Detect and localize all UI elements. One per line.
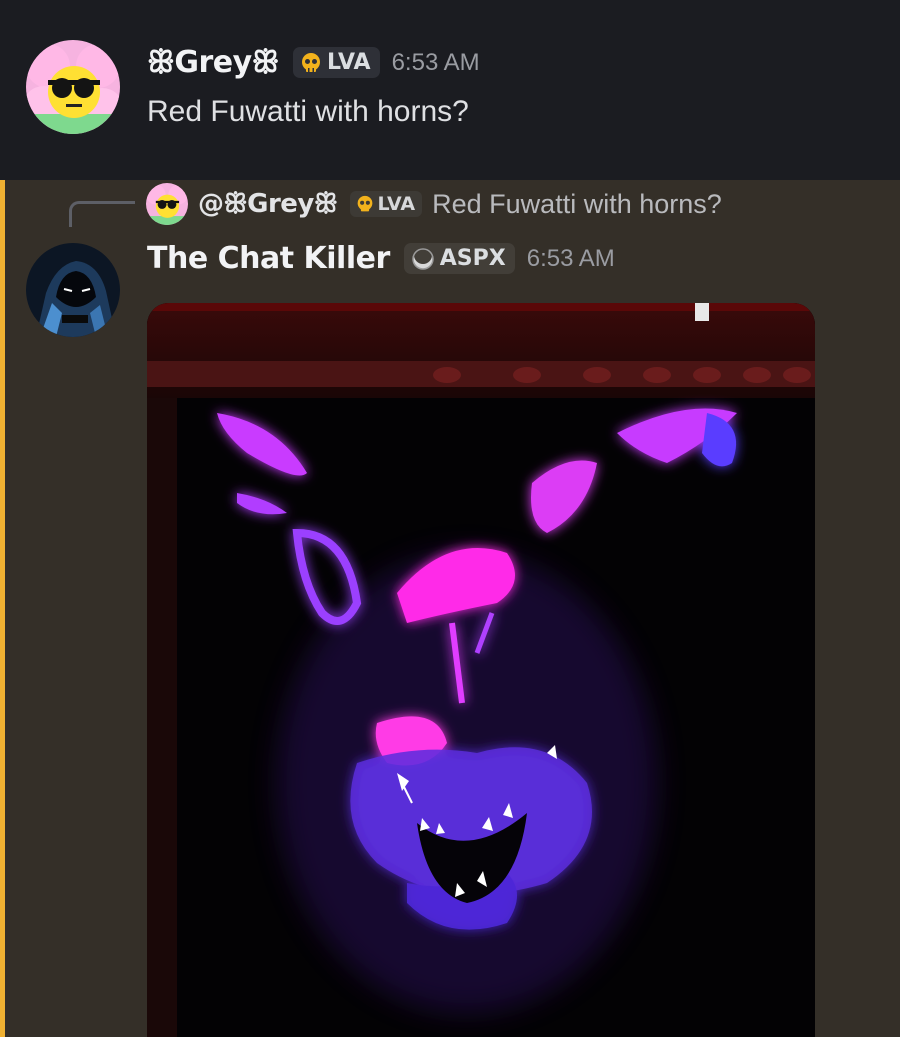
crescent-moon-icon bbox=[412, 246, 434, 270]
author-name[interactable]: The Chat Killer bbox=[147, 241, 390, 276]
timestamp[interactable]: 6:53 AM bbox=[527, 245, 615, 273]
reply-content[interactable]: Red Fuwatti with horns? bbox=[432, 189, 722, 220]
reply-mention[interactable]: @ꕥGreyꕥ bbox=[198, 189, 338, 220]
timestamp[interactable]: 6:53 AM bbox=[392, 49, 480, 77]
reply-server-tag-label: LVA bbox=[377, 193, 416, 215]
reply-reference[interactable]: @ꕥGreyꕥ LVA Red Fuwatti with horns? bbox=[146, 182, 722, 226]
flower-sunglasses-avatar bbox=[26, 40, 120, 134]
message-content: Red Fuwatti with horns? bbox=[147, 95, 469, 128]
reply-connector bbox=[69, 201, 135, 227]
author-avatar[interactable] bbox=[26, 40, 120, 134]
mention-highlight-bar bbox=[0, 180, 5, 1037]
server-tag[interactable]: ASPX bbox=[403, 243, 515, 274]
skull-icon bbox=[357, 195, 372, 212]
skull-icon bbox=[302, 52, 321, 72]
server-tag-label: LVA bbox=[327, 50, 371, 75]
message-grey[interactable] bbox=[0, 0, 900, 180]
reply-server-tag[interactable]: LVA bbox=[349, 191, 423, 217]
author-name[interactable]: ꕥGreyꕥ bbox=[147, 45, 280, 80]
neon-creature-image bbox=[147, 303, 815, 1037]
flower-sunglasses-avatar bbox=[146, 183, 188, 225]
author-avatar[interactable] bbox=[26, 243, 120, 337]
image-attachment[interactable] bbox=[147, 303, 815, 1037]
reply-avatar bbox=[146, 183, 188, 225]
server-tag[interactable]: LVA bbox=[293, 47, 380, 78]
hooded-figure-avatar bbox=[26, 243, 120, 337]
server-tag-label: ASPX bbox=[439, 246, 506, 271]
